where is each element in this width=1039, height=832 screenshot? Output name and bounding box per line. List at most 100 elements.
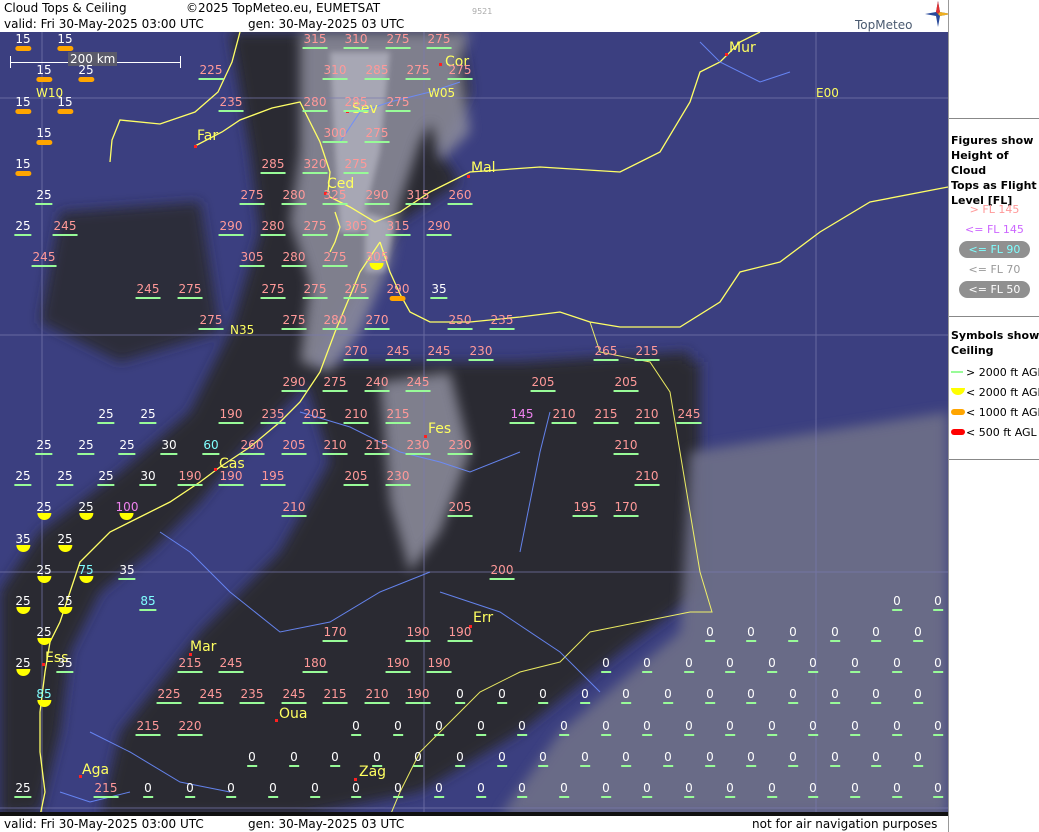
- cloud-top-label: 225: [156, 687, 182, 704]
- cloud-top-label: 220: [177, 720, 203, 736]
- cloud-top-label: 170: [322, 626, 348, 642]
- cloud-top-value: 0: [934, 719, 942, 733]
- grid-label: N35: [230, 323, 255, 337]
- ceiling-symbol: [364, 390, 390, 392]
- cloud-top-value: 35: [119, 563, 135, 577]
- cloud-top-label: 280: [322, 314, 348, 330]
- ceiling-symbol: [850, 796, 860, 798]
- ceiling-symbol: [93, 796, 119, 798]
- city-label: Mal: [471, 160, 496, 176]
- cloud-top-label: 280: [281, 188, 307, 205]
- cloud-top-value: 280: [303, 95, 327, 109]
- cloud-top-value: 0: [394, 781, 402, 795]
- cloud-top-label: 275: [426, 33, 452, 49]
- ceiling-symbol: [559, 734, 569, 736]
- cloud-top-value: 275: [365, 126, 389, 140]
- cloud-top-label: 290: [364, 189, 390, 205]
- ceiling-symbol: [31, 265, 57, 267]
- cloud-top-value: 195: [261, 469, 285, 483]
- copyright: ©2025 TopMeteo.eu, EUMETSAT: [186, 1, 381, 15]
- cloud-top-label: 235: [239, 688, 265, 704]
- cloud-top-label: 0: [372, 751, 382, 767]
- ceiling-symbol: [322, 390, 348, 392]
- cloud-top-label: 300: [322, 127, 348, 143]
- cloud-top-label: 0: [913, 688, 923, 704]
- ceiling-symbol: [426, 671, 452, 673]
- footer-valid-time: valid: Fri 30-May-2025 03:00 UTC: [4, 817, 204, 831]
- cloud-top-value: 280: [282, 188, 306, 202]
- cloud-top-value: 0: [539, 750, 547, 764]
- ceiling-symbol: [788, 765, 798, 767]
- cloud-top-label: 205: [302, 408, 328, 424]
- cloud-top-value: 190: [406, 625, 430, 639]
- cloud-top-value: 290: [282, 375, 306, 389]
- cloud-top-label: 265: [593, 345, 619, 361]
- cloud-top-value: 100: [115, 500, 139, 514]
- ceiling-symbol: [830, 702, 840, 704]
- ceiling-symbol: [247, 765, 257, 767]
- ceiling-symbol: [830, 640, 840, 642]
- cloud-top-label: 25: [36, 564, 52, 583]
- cloud-top-label: 215: [177, 657, 203, 673]
- cloud-top-value: 235: [219, 95, 243, 109]
- ceiling-symbol: [663, 765, 673, 767]
- cloud-top-value: 190: [386, 656, 410, 670]
- ceiling-symbol: [118, 578, 136, 580]
- ceiling-symbol: [322, 640, 348, 642]
- cloud-top-value: 290: [427, 219, 451, 233]
- ceiling-symbol: [52, 234, 78, 236]
- cloud-top-value: 0: [518, 781, 526, 795]
- cloud-top-value: 210: [344, 407, 368, 421]
- cloud-top-label: 190: [385, 656, 411, 673]
- cloud-top-value: 190: [406, 687, 430, 701]
- cloud-top-label: 0: [476, 782, 486, 798]
- cloud-top-label: 245: [426, 345, 452, 361]
- cloud-top-label: 25: [97, 408, 115, 424]
- cloud-top-value: 25: [15, 594, 31, 608]
- ceiling-symbol: [218, 422, 244, 424]
- cloud-top-value: 0: [539, 687, 547, 701]
- ceiling-symbol: [177, 734, 203, 736]
- cloud-top-label: 0: [871, 688, 881, 704]
- cloud-top-label: 230: [447, 439, 473, 455]
- ceiling-symbol: [559, 796, 569, 798]
- cloud-top-label: 245: [135, 282, 161, 299]
- ceiling-symbol: [239, 203, 265, 205]
- cloud-top-label: 0: [871, 626, 881, 642]
- ceiling-symbol: [97, 484, 115, 486]
- ceiling-symbol: [14, 484, 32, 486]
- ceiling-symbol: [892, 734, 902, 736]
- cloud-top-value: 275: [386, 95, 410, 109]
- ceiling-symbol: [36, 77, 52, 82]
- cloud-top-label: 0: [143, 782, 153, 798]
- cloud-top-value: 0: [311, 781, 319, 795]
- topmeteo-logo[interactable]: TopMeteo: [852, 1, 951, 32]
- cloud-tops-map[interactable]: 200 km W10 W05 E00 N35 Cor Mur Sev Far Mal Ced Fe…: [0, 32, 948, 816]
- ceiling-symbol: [913, 765, 923, 767]
- ceiling-symbol: [476, 796, 486, 798]
- map-title: Cloud Tops & Ceiling: [4, 1, 127, 15]
- cloud-top-value: 0: [331, 750, 339, 764]
- cloud-top-value: 0: [394, 719, 402, 733]
- cloud-top-label: 0: [351, 782, 361, 798]
- cloud-top-value: 25: [78, 500, 94, 514]
- ceiling-symbol: [447, 78, 473, 80]
- ceiling-symbol: [871, 640, 881, 642]
- cloud-top-value: 245: [136, 282, 160, 296]
- cloud-top-value: 0: [851, 719, 859, 733]
- cloud-top-value: 0: [809, 781, 817, 795]
- cloud-top-label: 0: [621, 688, 631, 704]
- cloud-top-label: 275: [302, 283, 328, 299]
- legend-heading-line: Height of Cloud: [951, 149, 1009, 177]
- cloud-top-value: 225: [157, 687, 181, 701]
- cloud-top-label: 215: [135, 720, 161, 736]
- ceiling-symbol: [322, 203, 348, 205]
- ceiling-symbol: [322, 702, 348, 704]
- cloud-top-label: 15: [36, 64, 52, 82]
- cloud-top-label: 0: [393, 719, 403, 736]
- ceiling-symbol: [489, 578, 515, 580]
- cloud-top-value: 15: [15, 157, 31, 171]
- cloud-top-value: 0: [643, 781, 651, 795]
- cloud-top-label: 0: [684, 657, 694, 673]
- cloud-top-label: 0: [413, 751, 423, 767]
